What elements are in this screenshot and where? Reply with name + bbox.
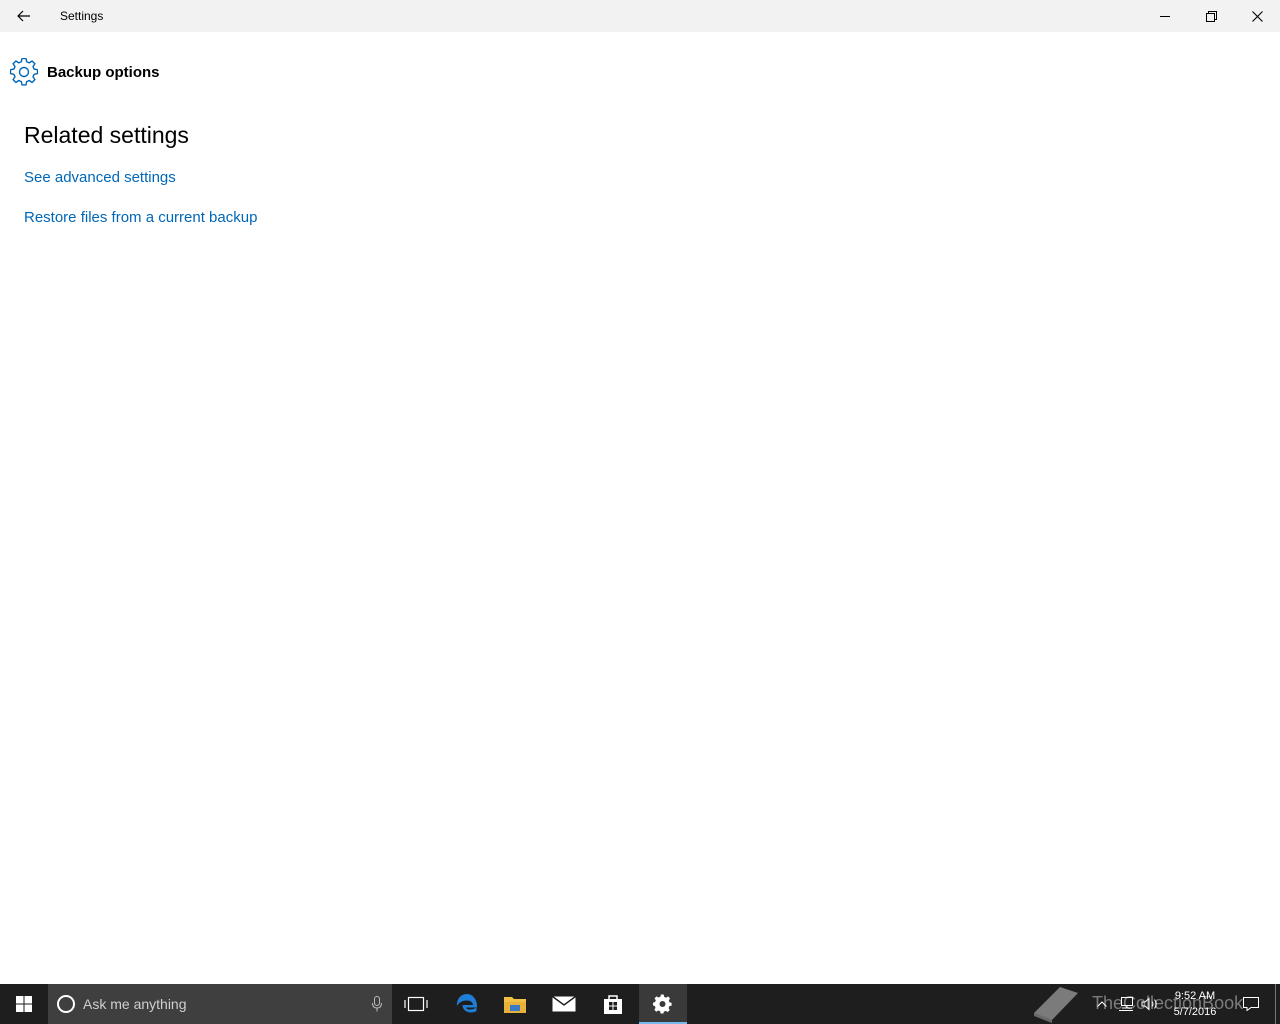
page-header: Backup options [10,58,160,86]
back-button[interactable] [0,0,48,32]
store-app-button[interactable] [589,984,637,1024]
gear-icon [653,994,672,1014]
edge-icon [456,994,478,1013]
book-icon [1034,987,1078,1023]
chevron-up-icon [1097,1001,1107,1007]
minimize-icon [1160,16,1170,17]
window-title: Settings [60,9,104,23]
action-center-button[interactable] [1237,984,1265,1024]
mail-icon [552,995,576,1012]
microphone-button[interactable] [362,996,392,1012]
file-explorer-button[interactable] [491,984,539,1024]
windows-logo-icon [16,996,32,1012]
start-button[interactable] [0,984,48,1024]
related-settings-heading: Related settings [24,122,189,148]
restore-icon [1205,10,1217,22]
close-button[interactable] [1234,0,1280,32]
restore-files-link[interactable]: Restore files from a current backup [24,208,257,228]
network-icon [1119,997,1133,1011]
clock[interactable]: 9:52 AM 5/7/2016 [1164,984,1226,1024]
minimize-button[interactable] [1142,0,1188,32]
restore-button[interactable] [1188,0,1234,32]
close-icon [1251,10,1263,22]
notification-icon [1243,997,1259,1011]
gear-icon [10,58,38,86]
task-view-button[interactable] [392,984,440,1024]
cortana-icon [57,995,75,1013]
page-title: Backup options [47,63,160,81]
network-button[interactable] [1117,984,1135,1024]
search-box[interactable]: Ask me anything [48,984,392,1024]
settings-window: Settings Backup options Related settings… [0,0,1280,984]
volume-icon [1141,997,1157,1011]
microphone-icon [372,996,382,1012]
clock-date: 5/7/2016 [1173,1006,1217,1018]
search-placeholder: Ask me anything [83,996,187,1012]
see-advanced-settings-link[interactable]: See advanced settings [24,168,176,188]
mail-app-button[interactable] [540,984,588,1024]
back-arrow-icon [17,10,30,22]
show-hidden-icons-button[interactable] [1094,984,1110,1024]
clock-time: 9:52 AM [1174,990,1216,1002]
edge-app-button[interactable] [443,984,491,1024]
folder-icon [504,997,526,1013]
settings-app-button[interactable] [639,984,687,1024]
show-desktop-button[interactable] [1275,984,1276,1024]
volume-button[interactable] [1140,984,1160,1024]
title-bar: Settings [0,0,1280,32]
store-icon [604,995,622,1014]
task-view-icon [404,996,428,1012]
